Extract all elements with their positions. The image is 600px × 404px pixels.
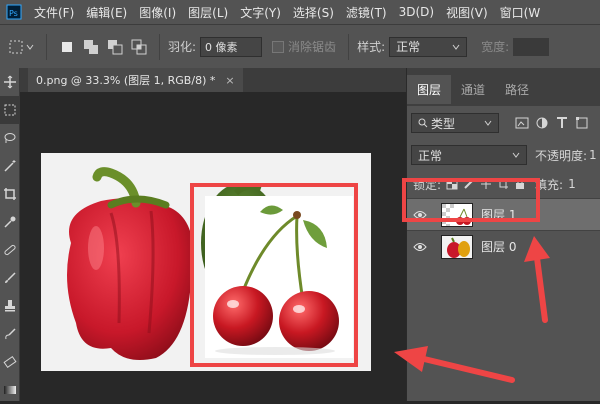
annotation-arrow-left	[417, 355, 515, 383]
annotation-arrows	[394, 236, 550, 383]
annotation-arrowhead-up	[524, 236, 550, 262]
annotation-arrowhead-left	[394, 346, 428, 372]
annotation-arrow-up	[533, 247, 548, 323]
